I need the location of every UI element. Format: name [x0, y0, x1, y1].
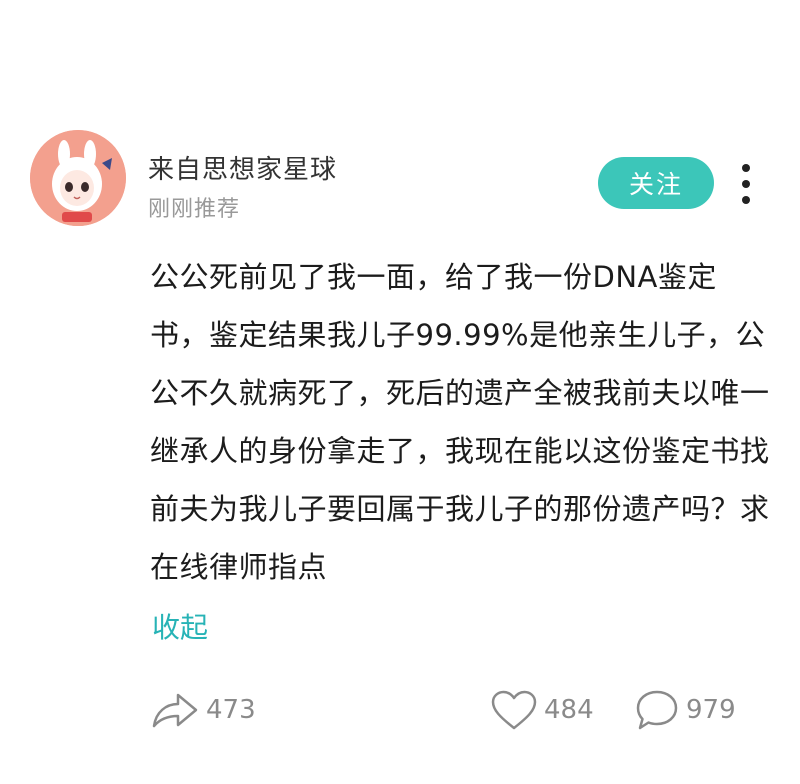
follow-button[interactable]: 关注: [598, 157, 714, 209]
collapse-link[interactable]: 收起: [152, 606, 208, 646]
post-card: 来自思想家星球 刚刚推荐 关注 公公死前见了我一面，给了我一份DNA鉴定书，鉴定…: [0, 0, 800, 784]
share-button[interactable]: 473: [150, 686, 256, 734]
more-dots-icon: [742, 196, 750, 204]
share-arrow-icon: [152, 693, 198, 728]
more-dots-icon: [742, 164, 750, 172]
speech-bubble-icon: [636, 690, 678, 730]
share-count: 473: [206, 695, 256, 725]
like-button[interactable]: 484: [490, 686, 594, 734]
heart-icon: [491, 690, 537, 730]
avatar-illustration: [30, 130, 126, 226]
comment-count: 979: [686, 695, 736, 725]
comment-button[interactable]: 979: [634, 686, 736, 734]
like-count: 484: [544, 695, 594, 725]
more-dots-icon: [742, 180, 750, 188]
more-options-button[interactable]: [734, 160, 758, 208]
avatar[interactable]: [30, 130, 126, 226]
post-subtitle: 刚刚推荐: [148, 197, 241, 222]
post-content: 公公死前见了我一面，给了我一份DNA鉴定书，鉴定结果我儿子99.99%是他亲生儿…: [150, 260, 770, 584]
author-name[interactable]: 来自思想家星球: [148, 149, 337, 186]
